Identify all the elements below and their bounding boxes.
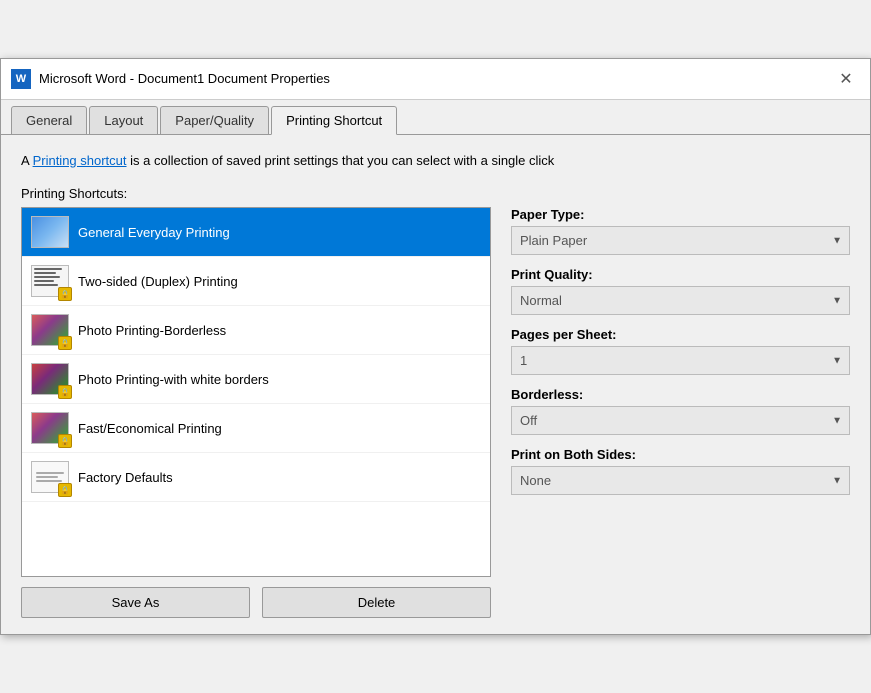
delete-button[interactable]: Delete xyxy=(262,587,491,618)
lock-icon: 🔒 xyxy=(58,483,72,497)
item-icon-photo: 🔒 xyxy=(30,312,70,348)
item-icon-general xyxy=(30,214,70,250)
item-label: Fast/Economical Printing xyxy=(78,421,222,436)
content-area: A Printing shortcut is a collection of s… xyxy=(1,135,870,635)
main-window: W Microsoft Word - Document1 Document Pr… xyxy=(0,58,871,636)
list-item[interactable]: 🔒 Fast/Economical Printing xyxy=(22,404,490,453)
main-layout: General Everyday Printing xyxy=(21,207,850,618)
right-panel: Paper Type: Plain Paper Print Quality: N… xyxy=(511,207,850,618)
item-label: Photo Printing-with white borders xyxy=(78,372,269,387)
button-row: Save As Delete xyxy=(21,587,491,618)
item-icon-factory: 🔒 xyxy=(30,459,70,495)
print-quality-wrapper: Normal xyxy=(511,286,850,315)
borderless-group: Borderless: Off xyxy=(511,387,850,435)
list-item[interactable]: 🔒 Photo Printing-with white borders xyxy=(22,355,490,404)
print-quality-select[interactable]: Normal xyxy=(511,286,850,315)
paper-type-select[interactable]: Plain Paper xyxy=(511,226,850,255)
item-label: Factory Defaults xyxy=(78,470,173,485)
item-icon-eco: 🔒 xyxy=(30,410,70,446)
print-both-sides-wrapper: None xyxy=(511,466,850,495)
title-bar: W Microsoft Word - Document1 Document Pr… xyxy=(1,59,870,100)
paper-type-wrapper: Plain Paper xyxy=(511,226,850,255)
print-both-sides-group: Print on Both Sides: None xyxy=(511,447,850,495)
lock-icon: 🔒 xyxy=(58,385,72,399)
title-bar-left: W Microsoft Word - Document1 Document Pr… xyxy=(11,69,330,89)
print-both-sides-select[interactable]: None xyxy=(511,466,850,495)
borderless-select[interactable]: Off xyxy=(511,406,850,435)
item-label: Photo Printing-Borderless xyxy=(78,323,226,338)
item-label: General Everyday Printing xyxy=(78,225,230,240)
list-panel: General Everyday Printing xyxy=(21,207,491,618)
tab-layout[interactable]: Layout xyxy=(89,106,158,134)
pages-per-sheet-select[interactable]: 1 xyxy=(511,346,850,375)
borderless-label: Borderless: xyxy=(511,387,850,402)
lock-icon: 🔒 xyxy=(58,434,72,448)
tab-paper-quality[interactable]: Paper/Quality xyxy=(160,106,269,134)
pages-per-sheet-group: Pages per Sheet: 1 xyxy=(511,327,850,375)
description-rest: is a collection of saved print settings … xyxy=(130,153,554,168)
item-icon-duplex: 🔒 xyxy=(30,263,70,299)
pages-per-sheet-label: Pages per Sheet: xyxy=(511,327,850,342)
pages-per-sheet-wrapper: 1 xyxy=(511,346,850,375)
lock-icon: 🔒 xyxy=(58,336,72,350)
printing-shortcut-link: Printing shortcut xyxy=(33,153,127,168)
tab-bar: General Layout Paper/Quality Printing Sh… xyxy=(1,100,870,135)
item-label: Two-sided (Duplex) Printing xyxy=(78,274,238,289)
list-item[interactable]: 🔒 Factory Defaults xyxy=(22,453,490,502)
print-quality-group: Print Quality: Normal xyxy=(511,267,850,315)
lock-icon: 🔒 xyxy=(58,287,72,301)
list-item[interactable]: General Everyday Printing xyxy=(22,208,490,257)
borderless-wrapper: Off xyxy=(511,406,850,435)
close-button[interactable]: ✕ xyxy=(832,65,860,93)
print-quality-label: Print Quality: xyxy=(511,267,850,282)
item-icon-photo2: 🔒 xyxy=(30,361,70,397)
save-as-button[interactable]: Save As xyxy=(21,587,250,618)
window-title: Microsoft Word - Document1 Document Prop… xyxy=(39,71,330,86)
tab-printing-shortcut[interactable]: Printing Shortcut xyxy=(271,106,397,135)
list-item[interactable]: 🔒 Photo Printing-Borderless xyxy=(22,306,490,355)
shortcuts-label: Printing Shortcuts: xyxy=(21,186,850,201)
app-icon: W xyxy=(11,69,31,89)
paper-type-group: Paper Type: Plain Paper xyxy=(511,207,850,255)
description: A Printing shortcut is a collection of s… xyxy=(21,151,850,171)
paper-type-label: Paper Type: xyxy=(511,207,850,222)
list-item[interactable]: 🔒 Two-sided (Duplex) Printing xyxy=(22,257,490,306)
print-both-sides-label: Print on Both Sides: xyxy=(511,447,850,462)
shortcuts-list: General Everyday Printing xyxy=(21,207,491,577)
tab-general[interactable]: General xyxy=(11,106,87,134)
